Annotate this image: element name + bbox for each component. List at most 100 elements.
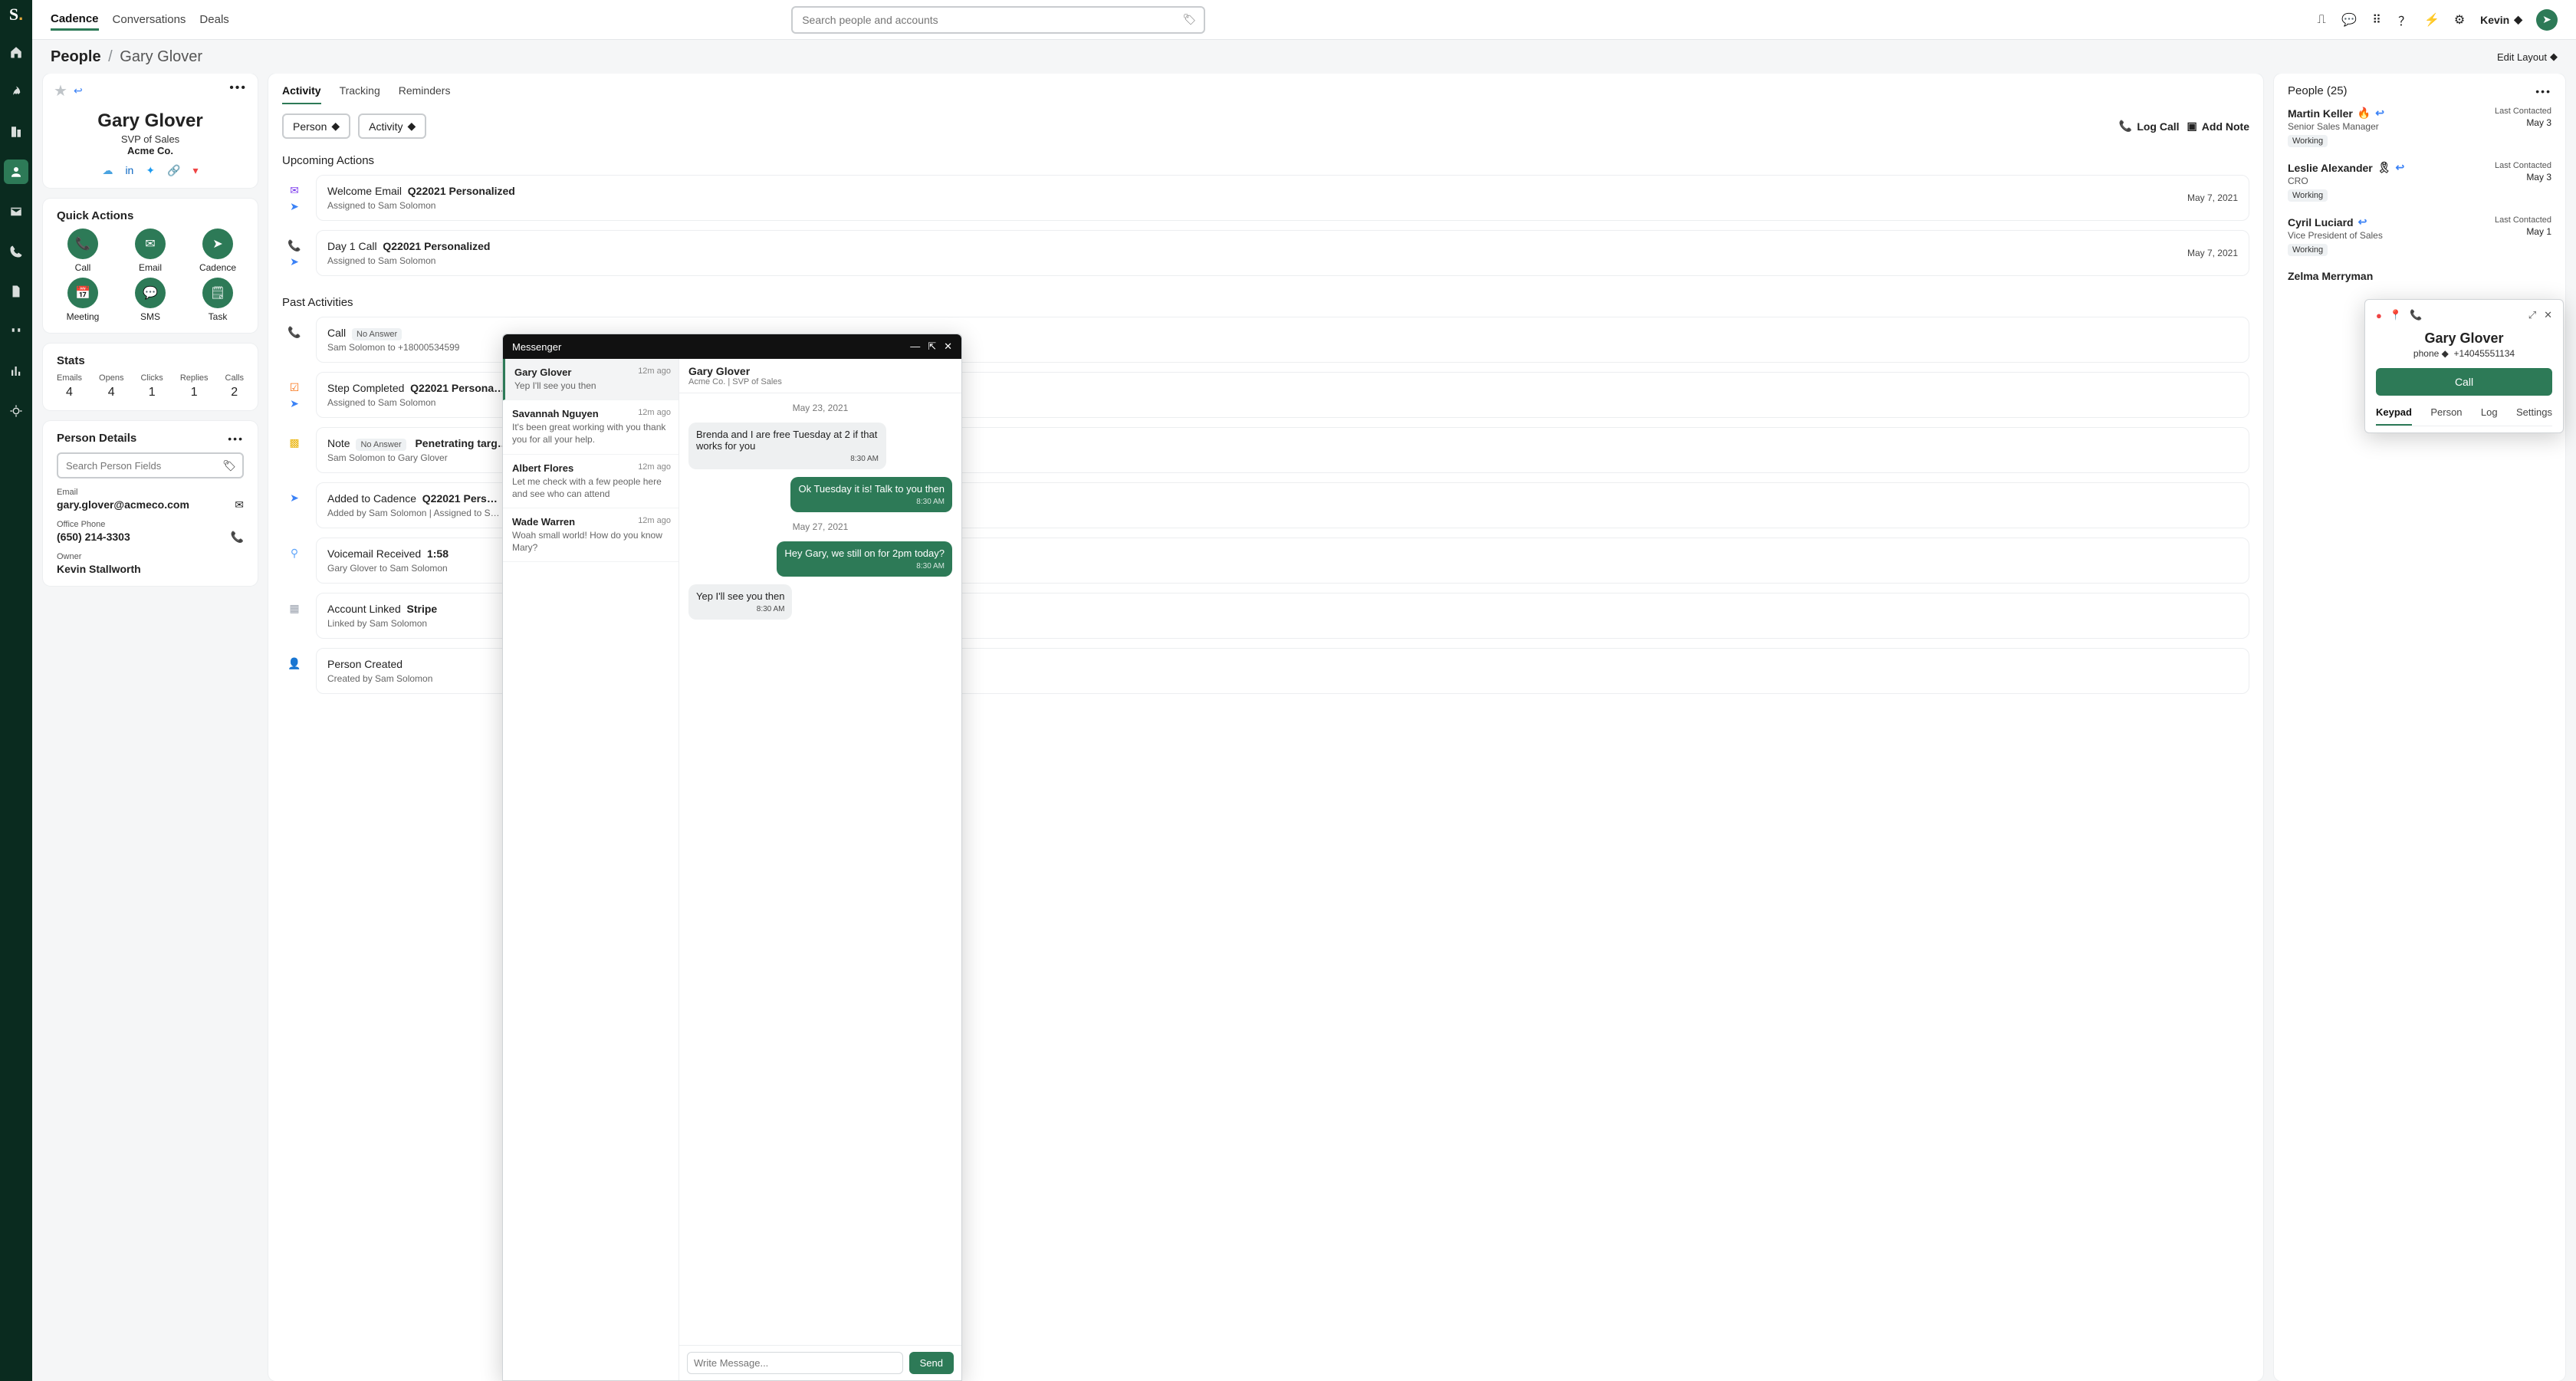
quick-action-label: Meeting [67,311,100,322]
meeting-icon: 📅 [67,278,98,308]
reply-icon[interactable]: ↩ [74,84,83,97]
details-search[interactable]: 🏷 [57,452,244,478]
nav-rocket-icon[interactable] [4,80,28,104]
minimize-icon[interactable]: — [910,340,920,353]
activity-type-icon: 👤 [288,657,301,670]
conversation-item[interactable]: Savannah Nguyen It's been great working … [503,400,678,454]
activity-icon[interactable]: ⎍ [2315,13,2328,27]
messenger-list: Gary Glover Yep I'll see you then 12m ag… [503,359,679,1380]
conversation-item[interactable]: Albert Flores Let me check with a few pe… [503,455,678,508]
compose-input[interactable] [687,1352,903,1374]
detail-value[interactable]: (650) 214-3303 [57,531,244,543]
popout-icon[interactable]: ⇱ [928,340,936,353]
profile-more-icon[interactable]: ••• [229,81,247,95]
dialer-tab-settings[interactable]: Settings [2516,406,2552,426]
nav-people-icon[interactable] [4,159,28,184]
field-action-icon[interactable]: 📞 [231,531,244,544]
quick-action-call[interactable]: 📞 Call [51,229,115,273]
nav-target-icon[interactable] [4,399,28,423]
phone-icon[interactable]: 📞 [2410,309,2422,321]
stat-opens: Opens 4 [99,373,123,400]
tab-tracking[interactable]: Tracking [340,84,380,104]
dialer-tab-keypad[interactable]: Keypad [2376,406,2412,426]
breadcrumb-root[interactable]: People [51,48,101,65]
global-search[interactable]: 🏷 [791,6,1205,34]
dialer-tab-log[interactable]: Log [2481,406,2498,426]
detail-value[interactable]: gary.glover@acmeco.com [57,498,244,511]
user-menu[interactable]: Kevin ◆ [2480,13,2522,26]
detail-value[interactable]: Kevin Stallworth [57,563,244,575]
linkedin-icon[interactable]: in [125,164,133,177]
stats-heading: Stats [43,344,258,373]
nav-analytics-icon[interactable] [4,359,28,383]
people-item[interactable]: Cyril Luciard ↩ Vice President of Sales … [2288,215,2551,256]
tab-conversations[interactable]: Conversations [113,10,186,29]
tab-reminders[interactable]: Reminders [399,84,451,104]
gear-icon[interactable]: ⚙ [2453,13,2466,27]
nav-quote-icon[interactable] [4,319,28,344]
quick-action-email[interactable]: ✉ Email [118,229,182,273]
quick-action-cadence[interactable]: ➤ Cadence [186,229,250,273]
nav-phone-icon[interactable] [4,239,28,264]
messenger-header[interactable]: Messenger — ⇱ ✕ [503,334,961,359]
tab-deals[interactable]: Deals [199,10,228,29]
activity-type-icon: 📞 [288,239,301,252]
bolt-icon[interactable]: ⚡ [2425,13,2439,27]
people-item[interactable]: Martin Keller 🔥 ↩ Senior Sales Manager W… [2288,107,2551,147]
edit-layout-button[interactable]: Edit Layout ◆ [2497,51,2558,63]
activity-type-icon: ✉ [290,184,299,197]
nav-doc-icon[interactable] [4,279,28,304]
quick-action-meeting[interactable]: 📅 Meeting [51,278,115,322]
profile-company[interactable]: Acme Co. [57,145,244,156]
people-item[interactable]: Zelma Merryman [2288,270,2551,282]
people-item[interactable]: Leslie Alexander 🎗 ↩ CRO Working Last Co… [2288,161,2551,202]
salesforce-icon[interactable]: ☁ [102,164,113,177]
app-logo[interactable]: S. [9,5,23,25]
add-note-button[interactable]: ▣Add Note [2187,120,2249,133]
link-icon[interactable]: 🔗 [167,164,180,177]
expand-icon[interactable]: ⤢ [2528,309,2536,321]
record-icon[interactable]: ● [2376,310,2382,321]
nav-accounts-icon[interactable] [4,120,28,144]
star-icon[interactable]: ★ [54,81,67,100]
close-icon[interactable]: ✕ [2544,309,2552,321]
details-more-icon[interactable]: ••• [228,432,244,445]
activity-date: May 7, 2021 [2187,248,2238,258]
crm-icon[interactable]: ▾ [193,164,199,177]
conversation-time: 12m ago [638,408,671,417]
messenger-popup[interactable]: Messenger — ⇱ ✕ Gary Glover Yep I'll see… [502,334,962,1381]
call-button[interactable]: Call [2376,368,2552,396]
conversation-preview: Yep I'll see you then [514,380,669,392]
twitter-icon[interactable]: ✦ [146,164,155,177]
nav-home-icon[interactable] [4,40,28,64]
dialer-tab-person[interactable]: Person [2430,406,2462,426]
quick-action-task[interactable]: 🗒 Task [186,278,250,322]
details-search-input[interactable] [64,459,222,472]
flag-icon: 🔥 [2358,107,2371,120]
activity-item[interactable]: 📞 ➤ Day 1 Call Q22021 Personalized Assig… [282,230,2249,276]
quick-action-sms[interactable]: 💬 SMS [118,278,182,322]
activity-type-icon: ▦ [289,602,299,615]
nav-mail-icon[interactable] [4,199,28,224]
field-action-icon[interactable]: ✉ [235,498,244,511]
log-call-button[interactable]: 📞Log Call [2119,120,2180,133]
close-icon[interactable]: ✕ [944,340,952,353]
global-search-input[interactable] [800,13,1182,27]
conversation-time: 12m ago [638,367,671,376]
filter-person[interactable]: Person ◆ [282,113,350,139]
conversation-item[interactable]: Wade Warren Woah small world! How do you… [503,508,678,562]
conversation-item[interactable]: Gary Glover Yep I'll see you then 12m ag… [503,359,678,400]
chat-icon[interactable]: 💬 [2342,13,2356,27]
help-icon[interactable]: ？ [2397,13,2411,27]
dialer-popup[interactable]: ● 📍 📞 ⤢ ✕ Gary Glover phone ◆ +140455511… [2364,299,2564,433]
activity-item[interactable]: ✉ ➤ Welcome Email Q22021 Personalized As… [282,175,2249,221]
pin-icon[interactable]: 📍 [2390,309,2402,321]
send-button[interactable]: Send [909,1352,954,1374]
tab-cadence[interactable]: Cadence [51,9,99,31]
quick-action-label: Email [139,262,162,273]
dialpad-icon[interactable]: ⠿ [2370,13,2384,27]
filter-activity[interactable]: Activity ◆ [358,113,426,139]
compass-button[interactable]: ➤ [2536,9,2558,31]
people-more-icon[interactable]: ••• [2535,85,2551,97]
tab-activity[interactable]: Activity [282,84,321,104]
